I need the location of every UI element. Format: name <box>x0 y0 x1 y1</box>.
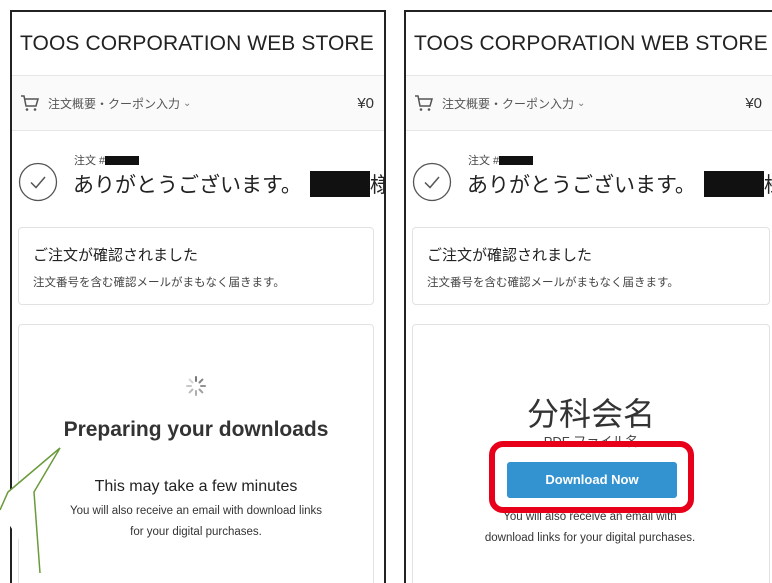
honorific-suffix: 様! <box>764 169 772 199</box>
email-note: You will also receive an email with down… <box>69 505 323 538</box>
cart-icon <box>21 95 39 111</box>
redacted-order-number <box>105 155 140 165</box>
confirmation-title: ご注文が確認されました <box>427 247 593 264</box>
preparing-title: Preparing your downloads <box>63 418 329 441</box>
confirmation-subtext: 注文番号を含む確認メールがまもなく届きます。 <box>427 277 679 289</box>
thanks-text: ありがとうございます。 <box>467 174 696 197</box>
chevron-down-icon: ⌄ <box>183 97 192 109</box>
store-name[interactable]: TOOS CORPORATION WEB STORE <box>20 32 374 56</box>
downloads-card: Preparing your downloads This may take a… <box>18 324 374 583</box>
order-prefix: 注文 # <box>468 155 500 167</box>
summary-price: ¥0 <box>357 94 374 112</box>
order-prefix: 注文 # <box>74 155 106 167</box>
store-header: TOOS CORPORATION WEB STORE <box>406 12 772 76</box>
summary-label: 注文概要・クーポン入力 <box>442 96 575 111</box>
check-circle-icon <box>412 162 452 202</box>
order-number: 注文 # <box>74 152 140 168</box>
redacted-order-number <box>499 155 534 165</box>
thanks-message: ありがとうございます。 様! <box>467 169 772 199</box>
thanks-text: ありがとうございます。 <box>73 174 302 197</box>
email-note: You will also receive an email with down… <box>484 511 696 544</box>
store-header: TOOS CORPORATION WEB STORE <box>12 12 384 76</box>
thanks-section: 注文 # ありがとうございます。 様! <box>18 152 384 212</box>
store-name[interactable]: TOOS CORPORATION WEB STORE <box>414 32 768 56</box>
product-title: 分科会名 <box>526 396 655 432</box>
confirmation-subtext: 注文番号を含む確認メールがまもなく届きます。 <box>33 277 285 289</box>
order-summary-toggle[interactable]: 注文概要・クーポン入力 ⌄ ¥0 <box>406 76 772 131</box>
redacted-customer-name <box>309 171 370 197</box>
summary-price: ¥0 <box>745 94 762 112</box>
preparing-subtitle: This may take a few minutes <box>94 478 298 495</box>
check-circle-icon <box>18 162 58 202</box>
download-highlight-box <box>489 441 694 513</box>
chevron-down-icon: ⌄ <box>577 97 586 109</box>
spinner-icon <box>186 376 206 396</box>
cart-icon <box>415 95 433 111</box>
order-number: 注文 # <box>468 152 534 168</box>
confirmation-card: ご注文が確認されました 注文番号を含む確認メールがまもなく届きます。 <box>18 227 374 305</box>
summary-label: 注文概要・クーポン入力 <box>48 96 181 111</box>
order-summary-toggle[interactable]: 注文概要・クーポン入力 ⌄ ¥0 <box>12 76 384 131</box>
thanks-message: ありがとうございます。 様! <box>73 169 384 199</box>
left-screenshot-panel: TOOS CORPORATION WEB STORE 注文概要・クーポン入力 ⌄… <box>10 10 386 583</box>
redacted-customer-name <box>703 171 764 197</box>
honorific-suffix: 様! <box>370 169 384 199</box>
confirmation-card: ご注文が確認されました 注文番号を含む確認メールがまもなく届きます。 <box>412 227 770 305</box>
confirmation-title: ご注文が確認されました <box>33 247 199 264</box>
thanks-section: 注文 # ありがとうございます。 様! <box>412 152 772 212</box>
